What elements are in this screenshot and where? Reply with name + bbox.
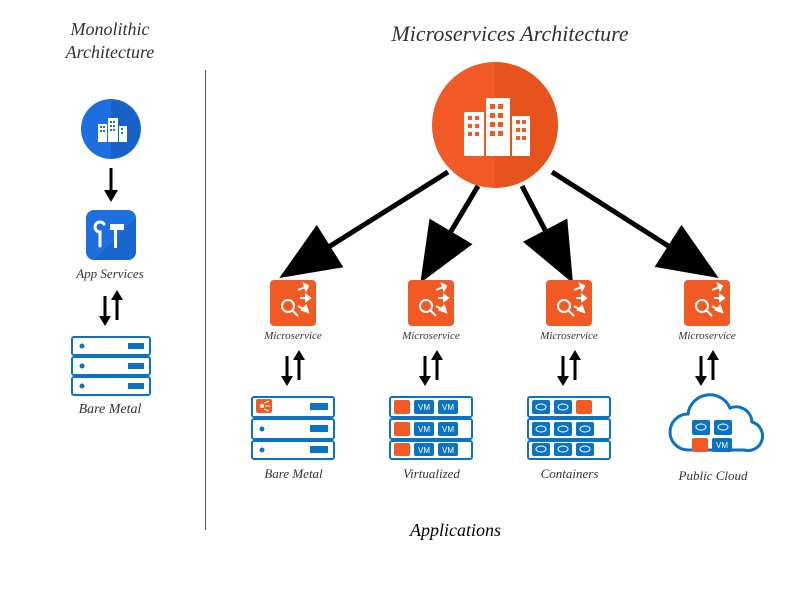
bare-metal-label-left: Bare Metal xyxy=(60,402,160,418)
microservice-tile-1 xyxy=(270,280,316,326)
microservice-label-2: Microservice xyxy=(386,330,476,342)
microservice-label-4: Microservice xyxy=(662,330,752,342)
bare-metal-server-icon xyxy=(70,335,152,397)
bidirectional-arrow-icon xyxy=(96,290,126,326)
containers-label: Containers xyxy=(522,466,617,482)
svg-text:VM: VM xyxy=(442,446,454,455)
svg-text:VM: VM xyxy=(418,446,430,455)
monolithic-title-1: Monolithic xyxy=(71,19,150,39)
applications-footer: Applications xyxy=(410,520,501,541)
monolithic-title-2: Architecture xyxy=(66,42,155,62)
arrow-down-icon xyxy=(104,168,118,202)
microservices-title: Microservices Architecture xyxy=(391,21,628,46)
bare-metal-right-icon xyxy=(250,395,336,461)
bare-metal-label-right: Bare Metal xyxy=(246,466,341,482)
fanout-arrows xyxy=(230,150,770,290)
public-cloud-label: Public Cloud xyxy=(658,468,768,484)
bidir-arrow-3 xyxy=(554,350,584,386)
svg-text:VM: VM xyxy=(442,425,454,434)
microservice-label-1: Microservice xyxy=(248,330,338,342)
containers-icon xyxy=(526,395,612,461)
microservice-tile-3 xyxy=(546,280,592,326)
microservice-tile-4 xyxy=(684,280,730,326)
virtualized-label: Virtualized xyxy=(384,466,479,482)
svg-text:VM: VM xyxy=(418,425,430,434)
microservice-tile-2 xyxy=(408,280,454,326)
monolithic-app-icon xyxy=(80,98,142,160)
bidir-arrow-2 xyxy=(416,350,446,386)
svg-text:VM: VM xyxy=(716,441,728,450)
public-cloud-icon: VM xyxy=(658,390,768,468)
svg-text:VM: VM xyxy=(418,403,430,412)
svg-text:VM: VM xyxy=(442,403,454,412)
bidir-arrow-1 xyxy=(278,350,308,386)
app-services-label: App Services xyxy=(60,266,160,282)
vertical-divider xyxy=(205,70,206,530)
bidir-arrow-4 xyxy=(692,350,722,386)
microservice-label-3: Microservice xyxy=(524,330,614,342)
virtualized-icon: VM VM VM VM VM VM xyxy=(388,395,474,461)
app-services-icon xyxy=(86,210,136,260)
